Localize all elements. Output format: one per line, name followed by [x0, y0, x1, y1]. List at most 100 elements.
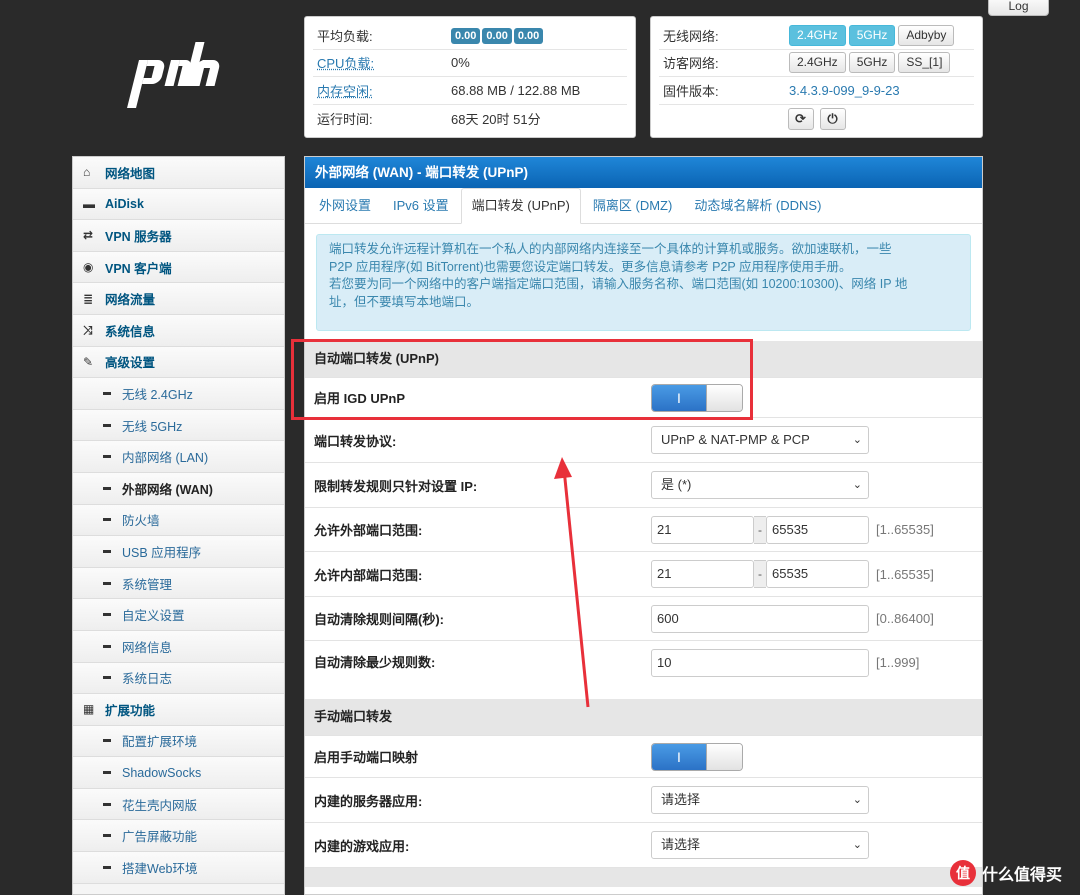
- sidebar-item-1[interactable]: ▬ AiDisk: [73, 188, 284, 221]
- sidebar-subitem[interactable]: 自定义设置: [73, 599, 284, 631]
- sidebar-subitem[interactable]: 系统管理: [73, 567, 284, 600]
- chevron-down-icon: ⌄: [852, 839, 862, 851]
- dash-icon: [103, 423, 111, 427]
- dash-icon: [103, 802, 111, 806]
- memory-free-link[interactable]: 内存空闲:: [313, 81, 451, 100]
- ext-range-row: 允许外部端口范围: 21 - 65535 [1..65535]: [305, 507, 982, 551]
- sidebar-subitem-label: 花生壳内网版: [122, 798, 198, 813]
- main-panel: 外部网络 (WAN) - 端口转发 (UPnP) 外网设置 IPv6 设置 端口…: [304, 156, 983, 895]
- clean-interval-input[interactable]: 600: [651, 604, 869, 633]
- sidebar-subitem[interactable]: ShadowSocks: [73, 757, 284, 789]
- dash-icon: [103, 486, 111, 490]
- sidebar-subitem[interactable]: 广告屏蔽功能: [73, 820, 284, 853]
- dash-icon: [103, 581, 111, 585]
- int-range-to-input[interactable]: 65535: [766, 560, 869, 588]
- guest-24ghz-button[interactable]: 2.4GHz: [789, 52, 846, 74]
- proto-select[interactable]: UPnP & NAT-PMP & PCP ⌄: [651, 426, 869, 454]
- sidebar-subitem[interactable]: 外部网络 (WAN): [73, 472, 284, 505]
- grid-icon: ▦: [83, 702, 95, 717]
- tab-ipv6[interactable]: IPv6 设置: [383, 189, 459, 223]
- restrict-selected: 是 (*): [661, 477, 692, 492]
- sidebar-item-label: 系统信息: [105, 324, 156, 339]
- sidebar-item-3[interactable]: ◉ VPN 客户端: [73, 251, 284, 284]
- restrict-select[interactable]: 是 (*) ⌄: [651, 471, 869, 499]
- wifi-label: 无线网络:: [663, 28, 719, 44]
- drive-icon: ▬: [83, 196, 95, 211]
- igd-upnp-toggle[interactable]: I: [651, 383, 743, 412]
- sidebar-subitem[interactable]: 网络信息: [73, 630, 284, 663]
- clean-min-input[interactable]: 10: [651, 649, 869, 677]
- dash-icon: [103, 676, 111, 680]
- sidebar-subitem-label: 外部网络 (WAN): [122, 482, 213, 497]
- shutdown-button[interactable]: ⏻: [819, 107, 846, 130]
- builtin-game-select[interactable]: 请选择 ⌄: [651, 831, 869, 859]
- sidebar-subitem[interactable]: 防火墙: [73, 504, 284, 537]
- tab-dmz[interactable]: 隔离区 (DMZ): [583, 189, 682, 223]
- int-range-label: 允许内部端口范围:: [314, 567, 423, 583]
- builtin-game-row: 内建的游戏应用: 请选择 ⌄: [305, 822, 982, 867]
- clean-interval-hint: [0..86400]: [876, 611, 934, 626]
- wifi-24ghz-button[interactable]: 2.4GHz: [789, 24, 846, 46]
- manual-enable-row: 启用手动端口映射 I: [305, 735, 982, 777]
- sidebar-item-label: VPN 服务器: [105, 229, 172, 244]
- sidebar-item-5[interactable]: ⤨ 系统信息: [73, 314, 284, 347]
- sidebar-subitem-label: USB 应用程序: [122, 545, 202, 560]
- sidebar-subitem[interactable]: 内部网络 (LAN): [73, 441, 284, 473]
- clean-min-hint: [1..999]: [876, 655, 920, 670]
- tab-ddns[interactable]: 动态域名解析 (DDNS): [684, 189, 831, 223]
- load-badge-1: 0.00: [451, 27, 481, 44]
- sidebar-item-label: VPN 客户端: [105, 261, 172, 276]
- ss-button[interactable]: SS_[1]: [898, 52, 951, 74]
- clean-interval-label: 自动清除规则间隔(秒):: [314, 612, 444, 627]
- dash-icon: [103, 771, 111, 775]
- builtin-server-select[interactable]: 请选择 ⌄: [651, 786, 869, 814]
- sidebar-subitem-label: 系统日志: [122, 672, 173, 687]
- restrict-row: 限制转发规则只针对设置 IP: 是 (*) ⌄: [305, 462, 982, 507]
- wifi-5ghz-button[interactable]: 5GHz: [848, 24, 896, 46]
- toggle-on-label: I: [652, 384, 706, 411]
- reboot-button[interactable]: ⟳: [787, 107, 814, 130]
- sidebar-subitem[interactable]: 无线 2.4GHz: [73, 378, 284, 410]
- clean-min-label: 自动清除最少规则数:: [314, 655, 436, 670]
- cpu-load-value: 0%: [451, 55, 470, 71]
- sidebar-subitem[interactable]: 花生壳内网版: [73, 788, 284, 821]
- globe-icon: ◉: [83, 260, 94, 275]
- int-range-row: 允许内部端口范围: 21 - 65535 [1..65535]: [305, 551, 982, 596]
- sidebar-item-6[interactable]: ✎ 高级设置: [73, 346, 284, 379]
- logout-button[interactable]: Log: [988, 0, 1049, 16]
- manual-enable-toggle[interactable]: I: [651, 742, 743, 771]
- sidebar-subitem-label: 网络信息: [122, 640, 173, 655]
- sidebar-item-0[interactable]: ⌂ 网络地图: [73, 157, 284, 189]
- sidebar-subitem[interactable]: 配置扩展环境: [73, 725, 284, 758]
- sidebar-item-2[interactable]: ⇄ VPN 服务器: [73, 220, 284, 252]
- guest-5ghz-button[interactable]: 5GHz: [848, 52, 896, 74]
- ext-range-to-input[interactable]: 65535: [766, 515, 869, 544]
- load-badge-5: 0.00: [482, 27, 512, 44]
- sidebar-item-label: 网络流量: [105, 293, 156, 308]
- sidebar-item-4[interactable]: ≣ 网络流量: [73, 283, 284, 315]
- sidebar-item-extensions[interactable]: ▦ 扩展功能: [73, 694, 284, 726]
- dash-icon: [103, 644, 111, 648]
- manual-enable-label: 启用手动端口映射: [314, 750, 419, 765]
- ext-range-from-input[interactable]: 21: [651, 515, 754, 544]
- proto-row: 端口转发协议: UPnP & NAT-PMP & PCP ⌄: [305, 417, 982, 462]
- sidebar-subitem[interactable]: USB 应用程序: [73, 536, 284, 568]
- sidebar-subitem[interactable]: 系统日志: [73, 662, 284, 695]
- dash-icon: [103, 865, 111, 869]
- shuffle-icon: ⤨: [83, 322, 93, 337]
- sidebar-subitem[interactable]: 搭建Web环境: [73, 852, 284, 884]
- router-logo: [127, 42, 220, 108]
- alert-line: P2P 应用程序(如 BitTorrent)也需要您设定端口转发。更多信息请参考…: [329, 259, 852, 274]
- alert-line: 端口转发允许远程计算机在一个私人的内部网络内连接至一个具体的计算机或服务。欲加速…: [329, 242, 892, 256]
- tab-wan-settings[interactable]: 外网设置: [309, 189, 381, 223]
- sidebar-nav: ⌂ 网络地图 ▬ AiDisk ⇄ VPN 服务器 ◉ VPN 客户端 ≣ 网络流量 ⤨ 系统信息 ✎ 高…: [72, 156, 285, 895]
- tab-upnp[interactable]: 端口转发 (UPnP): [460, 188, 581, 224]
- sidebar-subitem[interactable]: 无线 5GHz: [73, 409, 284, 442]
- int-range-from-input[interactable]: 21: [651, 560, 754, 588]
- firmware-version-link[interactable]: 3.4.3.9-099_9-9-23: [789, 83, 900, 98]
- restrict-label: 限制转发规则只针对设置 IP:: [314, 478, 478, 494]
- uptime-label: 运行时间:: [317, 111, 373, 127]
- adbyby-button[interactable]: Adbyby: [898, 24, 955, 46]
- dash-icon: [103, 518, 111, 522]
- cpu-load-link[interactable]: CPU负载:: [313, 53, 451, 72]
